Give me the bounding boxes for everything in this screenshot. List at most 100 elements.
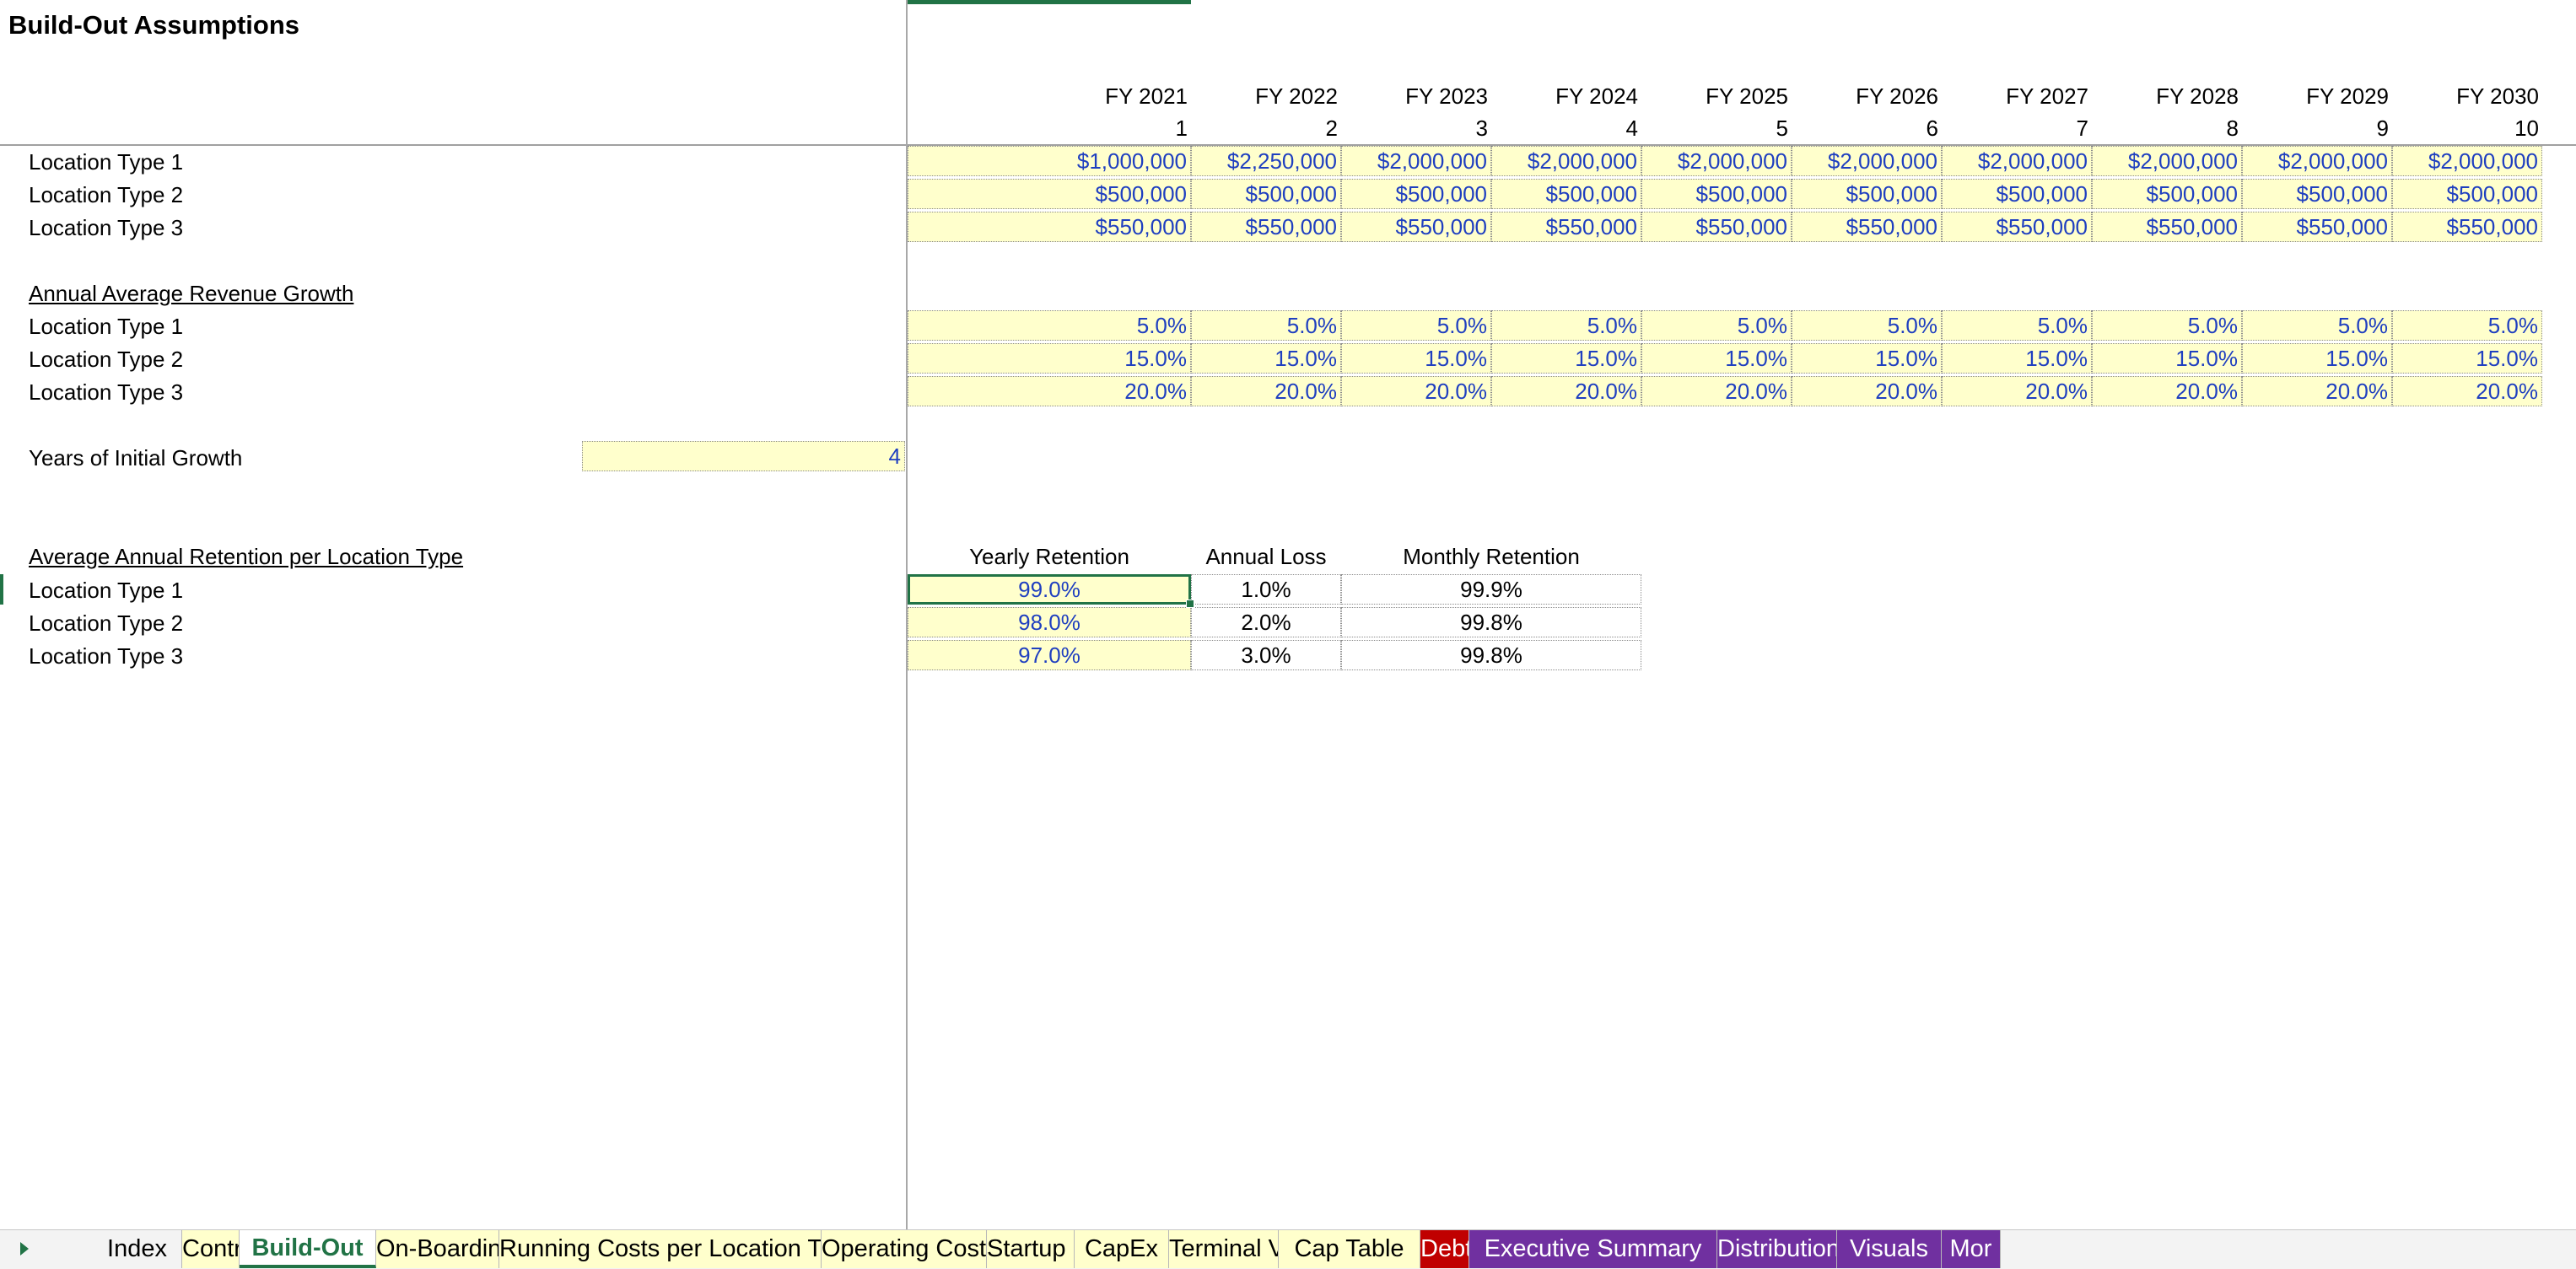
- fy-header: FY 2028: [2156, 83, 2239, 109]
- growth-input-cell[interactable]: 5.0%: [908, 310, 1191, 341]
- col-header-annual-loss: Annual Loss: [1205, 544, 1327, 569]
- revenue-input-cell[interactable]: $550,000: [2242, 212, 2392, 242]
- sheet-tab[interactable]: Running Costs per Location Type: [499, 1230, 822, 1268]
- sheet-tab[interactable]: Cap Table: [1279, 1230, 1420, 1268]
- growth-input-cell[interactable]: 15.0%: [1641, 343, 1792, 374]
- growth-input-cell[interactable]: 20.0%: [1792, 376, 1942, 406]
- growth-input-cell[interactable]: 5.0%: [1491, 310, 1641, 341]
- growth-input-cell[interactable]: 20.0%: [1341, 376, 1491, 406]
- growth-input-cell[interactable]: 15.0%: [1191, 343, 1341, 374]
- growth-input-cell[interactable]: 15.0%: [2092, 343, 2242, 374]
- revenue-input-cell[interactable]: $1,000,000: [908, 146, 1191, 176]
- revenue-input-cell[interactable]: $500,000: [2242, 179, 2392, 209]
- growth-input-cell[interactable]: 20.0%: [1641, 376, 1792, 406]
- year-number: 5: [1776, 116, 1788, 141]
- sheet-tab[interactable]: Debt: [1420, 1230, 1469, 1268]
- sheet-tab[interactable]: On-Boarding Costs: [376, 1230, 499, 1268]
- growth-input-cell[interactable]: 5.0%: [1341, 310, 1491, 341]
- worksheet: Build-Out Assumptions FY 2021 1 FY 2022 2 FY…: [0, 0, 2576, 1229]
- revenue-input-cell[interactable]: $500,000: [908, 179, 1191, 209]
- growth-input-cell[interactable]: 5.0%: [1942, 310, 2092, 341]
- growth-input-cell[interactable]: 15.0%: [1491, 343, 1641, 374]
- revenue-input-cell[interactable]: $550,000: [2392, 212, 2542, 242]
- row-label: Location Type 2: [29, 182, 184, 207]
- sheet-tab[interactable]: CapEx: [1075, 1230, 1169, 1268]
- growth-input-cell[interactable]: 20.0%: [2242, 376, 2392, 406]
- sheet-tab[interactable]: Distributions: [1717, 1230, 1837, 1268]
- sheet-tab[interactable]: Startup Costs: [987, 1230, 1075, 1268]
- fy-header: FY 2021: [1105, 83, 1188, 109]
- growth-input-cell[interactable]: 20.0%: [2092, 376, 2242, 406]
- col-header-monthly-retention: Monthly Retention: [1403, 544, 1580, 569]
- revenue-input-cell[interactable]: $550,000: [1491, 212, 1641, 242]
- revenue-input-cell[interactable]: $2,250,000: [1191, 146, 1341, 176]
- revenue-input-cell[interactable]: $2,000,000: [1641, 146, 1792, 176]
- growth-input-cell[interactable]: 5.0%: [1191, 310, 1341, 341]
- sheet-tab[interactable]: Visuals: [1837, 1230, 1942, 1268]
- growth-input-cell[interactable]: 15.0%: [1792, 343, 1942, 374]
- growth-input-cell[interactable]: 15.0%: [1942, 343, 2092, 374]
- revenue-input-cell[interactable]: $2,000,000: [1792, 146, 1942, 176]
- growth-input-cell[interactable]: 5.0%: [2392, 310, 2542, 341]
- sheet-tab[interactable]: Build-Out: [240, 1230, 376, 1268]
- row-label: Location Type 3: [29, 379, 184, 405]
- revenue-input-cell[interactable]: $2,000,000: [1341, 146, 1491, 176]
- retention-section-heading: Average Annual Retention per Location Ty…: [29, 544, 464, 569]
- revenue-input-cell[interactable]: $2,000,000: [1942, 146, 2092, 176]
- page-title: Build-Out Assumptions: [8, 10, 299, 40]
- revenue-input-cell[interactable]: $500,000: [2092, 179, 2242, 209]
- col-header-yearly-retention: Yearly Retention: [969, 544, 1129, 569]
- sheet-tab[interactable]: Index: [93, 1230, 182, 1268]
- revenue-input-cell[interactable]: $2,000,000: [1491, 146, 1641, 176]
- initial-growth-input[interactable]: 4: [582, 441, 905, 471]
- growth-input-cell[interactable]: 15.0%: [908, 343, 1191, 374]
- fy-header: FY 2026: [1856, 83, 1938, 109]
- sheet-tab[interactable]: Operating Costs: [822, 1230, 987, 1268]
- revenue-input-cell[interactable]: $500,000: [1191, 179, 1341, 209]
- growth-input-cell[interactable]: 5.0%: [1792, 310, 1942, 341]
- sheet-tab[interactable]: Mor: [1942, 1230, 2001, 1268]
- yearly-retention-input[interactable]: 99.0%: [908, 574, 1191, 605]
- sheet-tab[interactable]: Control: [182, 1230, 240, 1268]
- growth-section-heading: Annual Average Revenue Growth: [29, 281, 354, 306]
- revenue-input-cell[interactable]: $550,000: [2092, 212, 2242, 242]
- growth-input-cell[interactable]: 5.0%: [2092, 310, 2242, 341]
- revenue-input-cell[interactable]: $500,000: [1491, 179, 1641, 209]
- fill-handle[interactable]: [1186, 600, 1194, 608]
- growth-input-cell[interactable]: 15.0%: [1341, 343, 1491, 374]
- year-number: 6: [1926, 116, 1938, 141]
- growth-input-cell[interactable]: 5.0%: [1641, 310, 1792, 341]
- monthly-retention-cell: 99.8%: [1341, 607, 1641, 637]
- yearly-retention-input[interactable]: 97.0%: [908, 640, 1191, 670]
- growth-input-cell[interactable]: 5.0%: [2242, 310, 2392, 341]
- sheet-tab[interactable]: Executive Summary: [1469, 1230, 1717, 1268]
- revenue-input-cell[interactable]: $550,000: [1341, 212, 1491, 242]
- revenue-input-cell[interactable]: $550,000: [1942, 212, 2092, 242]
- revenue-input-cell[interactable]: $550,000: [1641, 212, 1792, 242]
- growth-input-cell[interactable]: 15.0%: [2242, 343, 2392, 374]
- revenue-input-cell[interactable]: $2,000,000: [2092, 146, 2242, 176]
- growth-input-cell[interactable]: 20.0%: [1491, 376, 1641, 406]
- growth-input-cell[interactable]: 20.0%: [1942, 376, 2092, 406]
- growth-input-cell[interactable]: 20.0%: [2392, 376, 2542, 406]
- yearly-retention-input[interactable]: 98.0%: [908, 607, 1191, 637]
- revenue-input-cell[interactable]: $550,000: [908, 212, 1191, 242]
- revenue-input-cell[interactable]: $500,000: [1641, 179, 1792, 209]
- revenue-input-cell[interactable]: $500,000: [1341, 179, 1491, 209]
- revenue-input-cell[interactable]: $2,000,000: [2392, 146, 2542, 176]
- sheet-tab[interactable]: Terminal Value: [1169, 1230, 1279, 1268]
- revenue-input-cell[interactable]: $500,000: [1942, 179, 2092, 209]
- fy-header: FY 2030: [2456, 83, 2539, 109]
- growth-input-cell[interactable]: 15.0%: [2392, 343, 2542, 374]
- initial-growth-label: Years of Initial Growth: [29, 445, 243, 470]
- growth-input-cell[interactable]: 20.0%: [908, 376, 1191, 406]
- revenue-input-cell[interactable]: $500,000: [1792, 179, 1942, 209]
- revenue-input-cell[interactable]: $550,000: [1792, 212, 1942, 242]
- year-number: 3: [1475, 116, 1488, 141]
- growth-input-cell[interactable]: 20.0%: [1191, 376, 1341, 406]
- monthly-retention-cell: 99.9%: [1341, 574, 1641, 605]
- revenue-input-cell[interactable]: $550,000: [1191, 212, 1341, 242]
- revenue-input-cell[interactable]: $500,000: [2392, 179, 2542, 209]
- revenue-input-cell[interactable]: $2,000,000: [2242, 146, 2392, 176]
- triangle-right-icon[interactable]: [20, 1242, 29, 1256]
